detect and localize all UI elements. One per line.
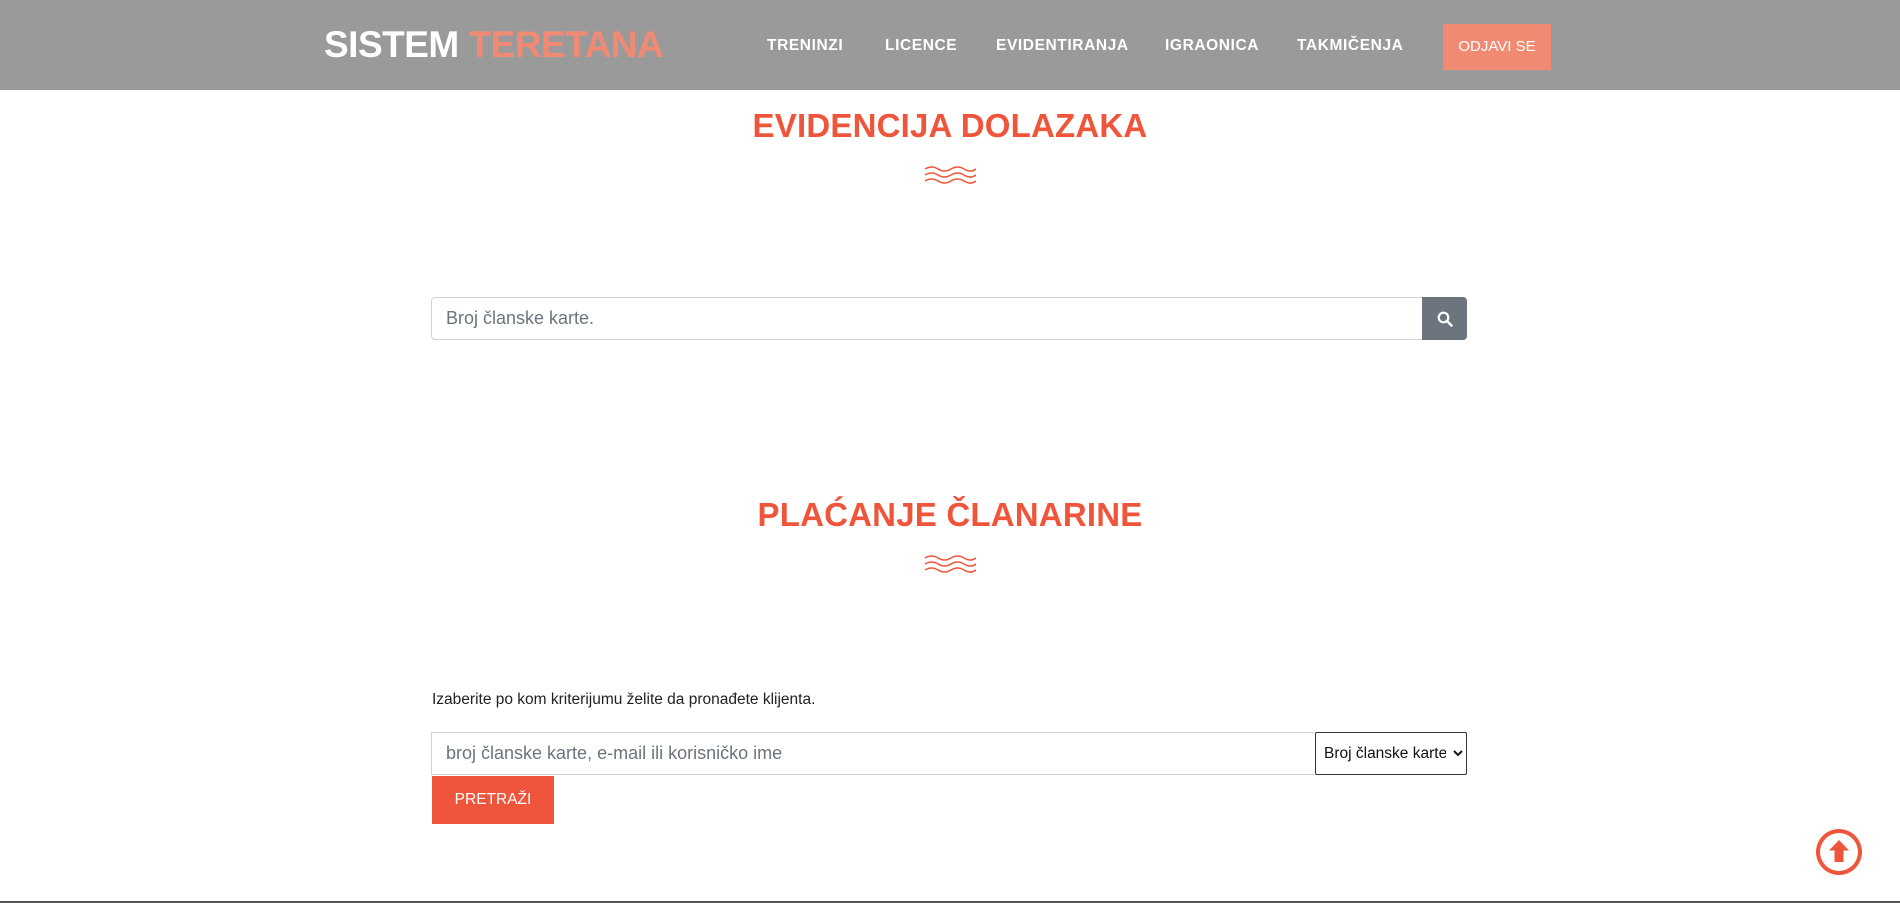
search-criteria-helper-text: Izaberite po kom kriterijumu želite da p… xyxy=(432,691,816,708)
nav-item-igraonica[interactable]: IGRAONICA xyxy=(1165,36,1259,56)
page: SISTEM TERETANA TRENINZI LICENCE EVIDENT… xyxy=(0,0,1900,903)
nav-item-licence[interactable]: LICENCE xyxy=(885,36,957,56)
nav-item-evidentiranja[interactable]: EVIDENTIRANJA xyxy=(996,36,1129,56)
top-navbar: SISTEM TERETANA TRENINZI LICENCE EVIDENT… xyxy=(0,0,1900,90)
attendance-search-button[interactable] xyxy=(1422,297,1467,340)
site-logo[interactable]: SISTEM TERETANA xyxy=(324,22,664,68)
search-client-button[interactable]: PRETRAŽI xyxy=(432,776,554,824)
attendance-section-title: EVIDENCIJA DOLAZAKA xyxy=(752,107,1148,144)
wave-divider-icon xyxy=(924,555,976,573)
client-search-input[interactable] xyxy=(431,732,1315,775)
logout-button[interactable]: ODJAVI SE xyxy=(1443,24,1551,70)
membership-card-search-input[interactable] xyxy=(431,297,1422,340)
logo-text-sistem: SISTEM xyxy=(324,24,459,65)
nav-item-treninzi[interactable]: TRENINZI xyxy=(767,36,843,56)
nav-item-takmicenja[interactable]: TAKMIČENJA xyxy=(1297,36,1403,56)
scroll-to-top-button[interactable] xyxy=(1816,829,1862,875)
logo-text-teretana: TERETANA xyxy=(468,24,664,65)
payment-section-title: PLAĆANJE ČLANARINE xyxy=(757,496,1143,533)
wave-divider-icon xyxy=(924,166,976,184)
search-criteria-select[interactable]: Broj članske karte xyxy=(1315,732,1467,775)
search-icon xyxy=(1437,311,1453,327)
arrow-up-circle-icon xyxy=(1820,833,1858,871)
client-search-group: Broj članske karte xyxy=(431,732,1467,775)
attendance-search-group xyxy=(431,297,1467,340)
